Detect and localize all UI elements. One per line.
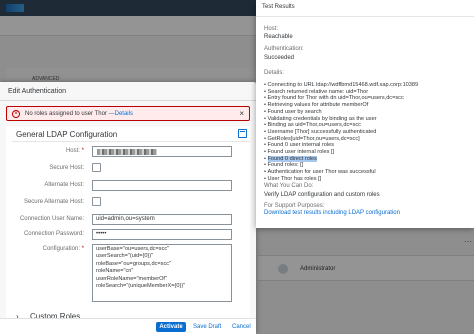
list-item: Found user by search [264,109,418,116]
host-status-value: Reachable [264,34,293,40]
divider [0,100,256,101]
save-draft-button[interactable]: Save Draft [193,322,221,332]
what-you-can-do-value: Verify LDAP configuration and custom rol… [264,192,380,198]
details-label: Details: [264,70,285,76]
secure-alternate-host-label: Secure Alternate Host: [23,199,84,205]
alternate-host-label: Alternate Host: [44,182,84,188]
error-message-strip: × No roles assigned to user Thor —Detail… [6,106,250,121]
list-item: User Thor has roles [] [264,176,418,183]
popover-title: Test Results [262,4,295,10]
configuration-label: Configuration: * [42,246,84,252]
list-item: Found user internal roles [] [264,149,418,156]
table-settings-icon[interactable] [238,129,247,138]
secure-alternate-host-checkbox[interactable] [92,197,101,206]
cancel-button[interactable]: Cancel [232,322,251,332]
what-you-can-do-label: What You Can Do: [264,183,314,189]
auth-status-value: Succeeded [264,55,295,61]
redacted-value [97,149,157,155]
list-item: Authentication for user Thor was success… [264,169,418,176]
error-message: No roles assigned to user Thor —Details [25,111,133,117]
activate-button[interactable]: Activate [156,322,186,332]
details-link[interactable]: —Details [109,111,133,117]
list-item: Search returned relative name: uid=Thor [264,89,418,96]
divider [12,141,250,142]
error-message-text: No roles assigned to user Thor [25,111,107,117]
support-label: For Support Purposes: [264,203,325,209]
section-title: General LDAP Configuration [16,130,118,139]
highlighted-text: Found 0 direct roles [267,155,317,162]
details-list: Connecting to URL ldap://wdflbmd15468.wd… [264,82,418,183]
divider [256,16,474,17]
list-item: Entry found for Thor with dn uid=Thor,ou… [264,95,418,102]
connection-user-input[interactable]: uid=admin,ou=system [92,214,232,225]
secure-host-label: Secure Host: [49,165,84,171]
configuration-textarea[interactable]: userBase="ou=users,dc=scc" userSearch="(… [92,244,232,302]
list-item: Retrieving values for attribute memberOf [264,102,418,109]
list-item: GetRoles[uid=Thor,ou=users,dc=scc] [264,136,418,143]
host-input[interactable] [92,146,232,157]
host-label: Host: * [65,148,84,154]
list-item: Connecting to URL ldap://wdflbmd15468.wd… [264,82,419,89]
close-icon[interactable]: × [239,109,244,118]
list-item-highlighted: Found 0 direct roles [264,155,418,163]
download-results-link[interactable]: Download test results including LDAP con… [264,210,400,216]
list-item: Found roles: [] [264,162,418,169]
auth-status-label: Authentication: [264,46,304,52]
list-item: Found 0 user internal roles [264,142,418,149]
connection-user-label: Connection User Name: [19,216,84,222]
host-status-label: Host: [264,26,279,32]
list-item: Validating credentials by binding as the… [264,116,418,123]
general-ldap-configuration-section: General LDAP Configuration Host: * Secur… [6,126,250,334]
test-results-popover: Test Results Host: Reachable Authenticat… [256,0,474,228]
dialog-title: Edit Authentication [8,88,66,95]
alternate-host-input[interactable] [92,180,232,191]
edit-authentication-dialog: Edit Authentication × No roles assigned … [0,82,256,334]
list-item: Username [Thor] successfully authenticat… [264,129,418,136]
dialog-footer: Activate Save Draft Cancel [0,318,256,334]
connection-password-input[interactable]: ••••• [92,229,232,240]
error-icon: × [12,110,20,118]
list-item: Binding as uid=Thor,ou=users,dc=scc [264,122,418,129]
connection-password-label: Connection Password: [23,231,84,237]
secure-host-checkbox[interactable] [92,163,101,172]
